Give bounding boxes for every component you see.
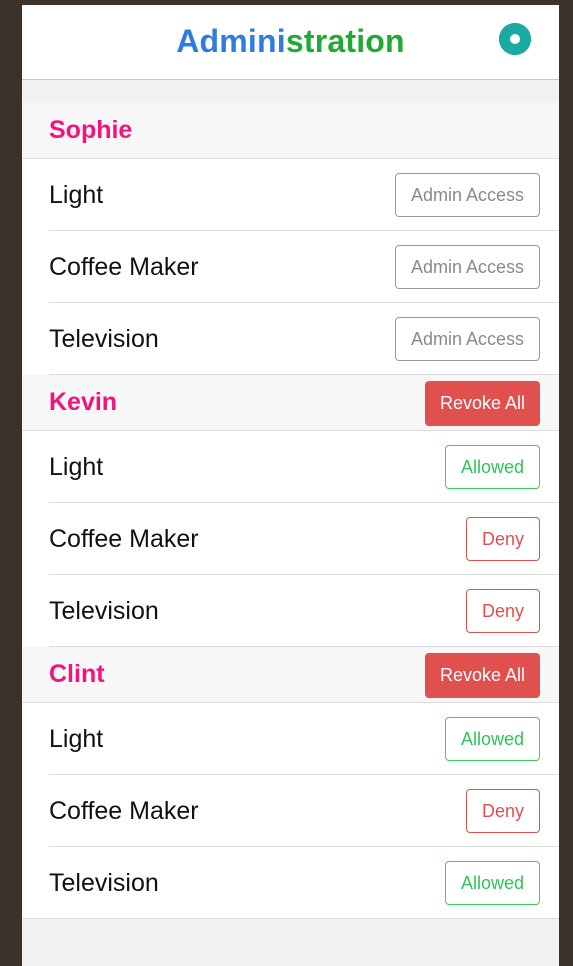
deny-button[interactable]: Deny [465,789,540,833]
allowed-button[interactable]: Allowed [444,717,540,761]
device-name: Coffee Maker [49,797,199,825]
user-section-header: Sophie [22,103,559,159]
device-row: Television Admin Access [22,303,559,375]
user-section-header: Kevin Revoke All [22,375,559,431]
device-name: Television [49,325,159,353]
allowed-button[interactable]: Allowed [444,445,540,489]
device-name: Light [49,453,104,481]
user-name: Sophie [49,116,133,144]
device-name: Coffee Maker [49,525,199,553]
admin-access-button[interactable]: Admin Access [394,317,540,361]
allowed-button[interactable]: Allowed [444,861,540,905]
device-row: Coffee Maker Deny [22,503,559,575]
device-row: Light Admin Access [22,159,559,231]
deny-button[interactable]: Deny [465,589,540,633]
user-name: Kevin [49,388,118,416]
user-permission-list: Sophie Light Admin Access Coffee Maker Admin… [22,103,559,919]
page-title-part-1: Admini [176,23,286,59]
navigation-bar: Administration [22,5,559,80]
user-section-header: Clint Revoke All [22,647,559,703]
device-name: Light [49,181,104,209]
device-row: Coffee Maker Admin Access [22,231,559,303]
device-row: Television Allowed [22,847,559,919]
device-row: Television Deny [22,575,559,647]
deny-button[interactable]: Deny [465,517,540,561]
admin-access-button[interactable]: Admin Access [394,173,540,217]
device-name: Coffee Maker [49,253,199,281]
device-row: Light Allowed [22,703,559,775]
page-title: Administration [22,23,559,60]
device-name: Light [49,725,104,753]
revoke-all-button[interactable]: Revoke All [424,381,540,426]
device-row: Light Allowed [22,431,559,503]
page-title-part-2: stration [285,23,405,59]
gear-icon[interactable] [497,21,533,57]
device-row: Coffee Maker Deny [22,775,559,847]
admin-access-button[interactable]: Admin Access [394,245,540,289]
app-screen: Administration Sophie Light Admin Access Co… [22,5,559,966]
device-name: Television [49,597,159,625]
user-name: Clint [49,660,105,688]
revoke-all-button[interactable]: Revoke All [424,653,540,698]
device-name: Television [49,869,159,897]
